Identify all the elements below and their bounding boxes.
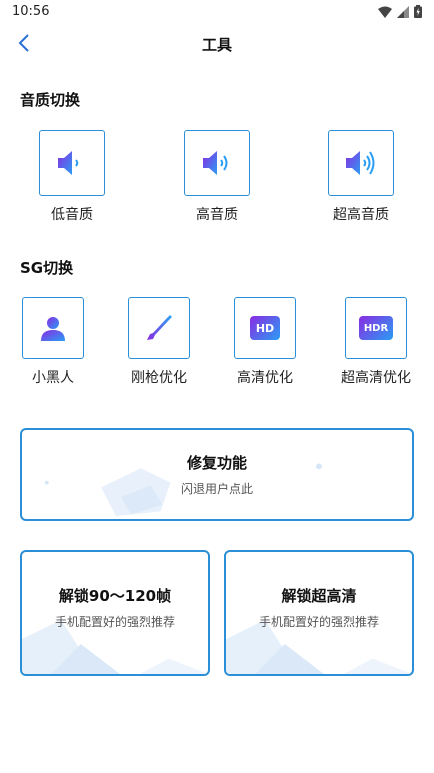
unlock-uhd-subtitle: 手机配置好的强烈推荐: [258, 615, 379, 629]
repair-card-subtitle: 闪退用户点此: [180, 482, 253, 496]
repair-card-title: 修复功能: [186, 454, 247, 472]
unlock-fps-title: 解锁90～120帧: [58, 587, 172, 605]
audio-low-option[interactable]: 低音质: [27, 130, 117, 224]
page-title: 工具: [201, 36, 232, 54]
card-background-decoration: [44, 463, 322, 517]
repair-card[interactable]: 修复功能 闪退用户点此: [20, 428, 414, 521]
audio-low-label: 低音质: [51, 207, 93, 223]
speaker-low-icon: [58, 151, 79, 175]
hdr-icon: HDR: [359, 316, 393, 340]
sg-hd-label: 高清优化: [237, 370, 293, 386]
sg-rifle-box[interactable]: [128, 297, 190, 359]
audio-high-label: 高音质: [196, 207, 238, 223]
speaker-medium-icon: [203, 151, 228, 175]
rifle-icon: [147, 315, 172, 340]
person-icon: [41, 317, 65, 341]
unlock-fps-subtitle: 手机配置好的强烈推荐: [54, 615, 175, 629]
sg-hdr-box[interactable]: HDR: [345, 297, 407, 359]
audio-ultra-label: 超高音质: [333, 207, 389, 223]
sg-option-rifle[interactable]: 刚枪优化: [111, 297, 207, 387]
battery-icon: [414, 5, 422, 18]
signal-icon: [397, 5, 409, 18]
hd-badge-text: HD: [255, 321, 275, 335]
unlock-uhd-card[interactable]: 解锁超高清 手机配置好的强烈推荐: [224, 550, 414, 676]
audio-ultra-option[interactable]: 超高音质: [316, 130, 406, 224]
sg-option-person[interactable]: 小黑人: [5, 297, 101, 387]
sg-option-hdr[interactable]: HDR 超高清优化: [328, 297, 424, 387]
hdr-badge-text: HDR: [363, 322, 389, 334]
speaker-high-icon: [346, 151, 375, 175]
audio-high-option[interactable]: 高音质: [172, 130, 262, 224]
status-icons: [378, 5, 422, 18]
audio-low-box[interactable]: [39, 130, 105, 196]
top-bar: 工具: [0, 28, 434, 60]
audio-ultra-box[interactable]: [328, 130, 394, 196]
wifi-icon: [378, 6, 392, 18]
sg-hd-box[interactable]: HD: [234, 297, 296, 359]
audio-section-title: 音质切换: [20, 91, 81, 109]
unlock-fps-card[interactable]: 解锁90～120帧 手机配置好的强烈推荐: [20, 550, 210, 676]
sg-person-box[interactable]: [22, 297, 84, 359]
sg-option-hd[interactable]: HD 高清优化: [217, 297, 313, 387]
unlock-uhd-title: 解锁超高清: [281, 587, 357, 605]
hd-icon: HD: [250, 316, 280, 340]
sg-section-title: SG切换: [20, 259, 74, 277]
status-bar: 10:56: [0, 0, 434, 24]
audio-high-box[interactable]: [184, 130, 250, 196]
sg-person-label: 小黑人: [32, 370, 74, 386]
sg-hdr-label: 超高清优化: [341, 370, 411, 386]
sg-rifle-label: 刚枪优化: [131, 370, 187, 386]
status-time: 10:56: [12, 4, 50, 19]
